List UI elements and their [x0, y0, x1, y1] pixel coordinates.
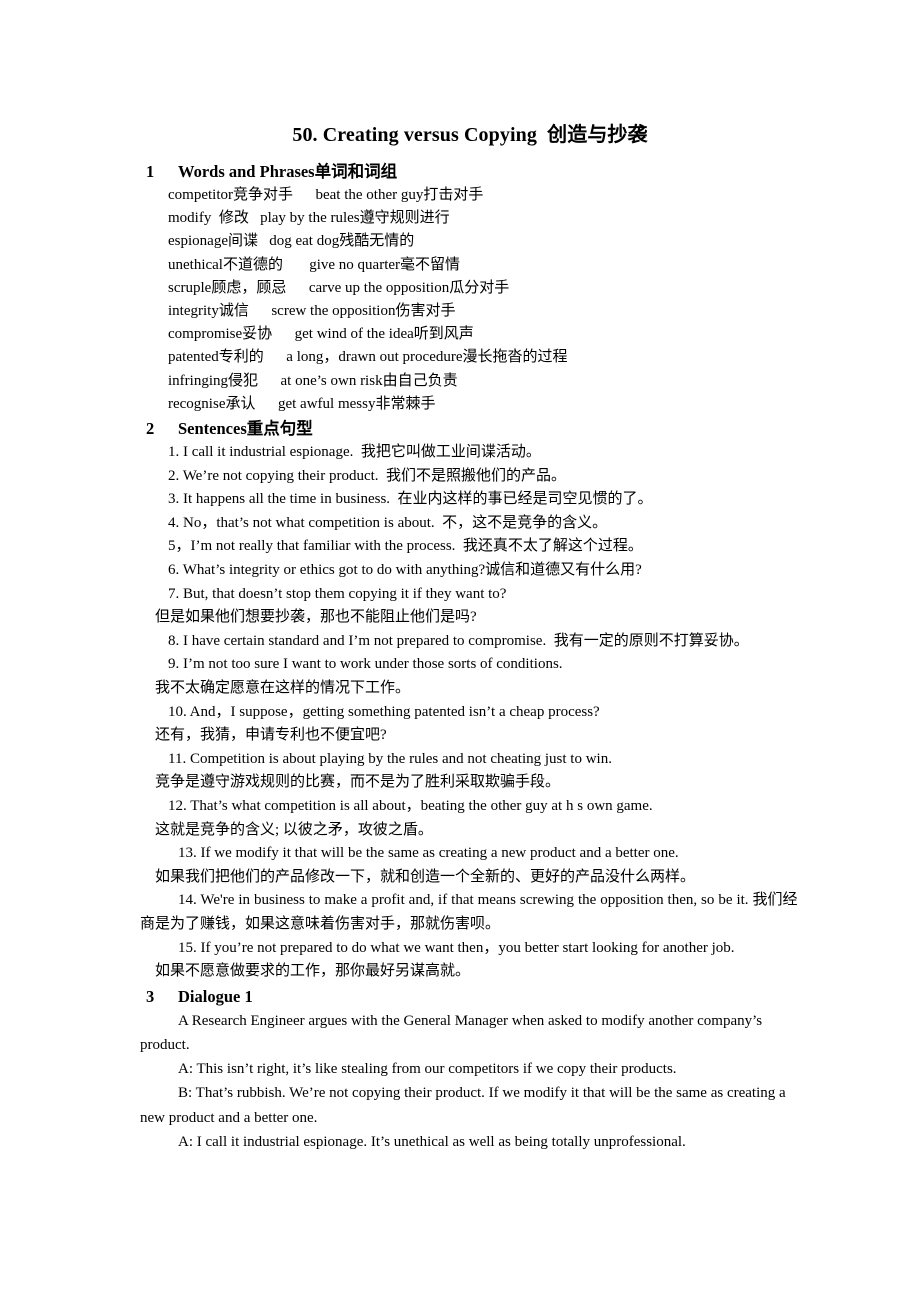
section-number: 1 [146, 162, 155, 181]
dialogue-list: A Research Engineer argues with the Gene… [140, 1009, 800, 1154]
section-title: Dialogue 1 [178, 986, 253, 1006]
sentence-item: 10. And，I suppose，getting something pate… [140, 701, 800, 748]
sentence-en: 8. I have certain standard and I’m not p… [168, 632, 749, 649]
section-heading-sentences: 2 Sentences重点句型 [140, 417, 800, 441]
sentence-en: 6. What’s integrity or ethics got to do … [168, 562, 642, 578]
sentence-cn: 这就是竞争的含义; 以彼之矛，攻彼之盾。 [155, 821, 433, 838]
sentence-item: 15. If you’re not prepared to do what we… [140, 937, 800, 984]
sentence-cn: 如果不愿意做要求的工作，那你最好另谋高就。 [155, 963, 471, 980]
sentence-item: 6. What’s integrity or ethics got to do … [140, 559, 800, 583]
body-flow: 1 Words and Phrases单词和词组 competitor竞争对手 b… [140, 160, 800, 1154]
sentence-list: 1. I call it industrial espionage. 我把它叫做… [140, 441, 800, 984]
sentence-en: 5，I’m not really that familiar with the … [168, 538, 643, 555]
sentence-en: 15. If you’re not prepared to do what we… [178, 939, 735, 956]
sentence-cn: 如果我们把他们的产品修改一下，就和创造一个全新的、更好的产品没什么两样。 [155, 868, 696, 885]
vocab-item: infringing侵犯 at one’s own risk由自己负责 [168, 372, 458, 389]
sentence-item: 11. Competition is about playing by the … [140, 748, 800, 795]
vocab-item: espionage间谍 dog eat dog残酷无情的 [168, 233, 415, 250]
vocabulary-list: competitor竞争对手 beat the other guy打击对手 mo… [140, 184, 800, 416]
sentence-en: 4. No，that’s not what competition is abo… [168, 514, 608, 531]
section-heading-dialogue: 3 Dialogue 1 [140, 985, 800, 1009]
sentence-cn: 我不太确定愿意在这样的情况下工作。 [155, 679, 411, 696]
section-heading-words: 1 Words and Phrases单词和词组 [140, 160, 800, 184]
section-title: Words and Phrases单词和词组 [178, 162, 398, 181]
sentence-en: 2. We’re not copying their product. 我们不是… [168, 467, 567, 484]
sentence-en: 11. Competition is about playing by the … [168, 750, 612, 767]
sentence-item: 3. It happens all the time in business. … [140, 488, 800, 512]
sentence-item: 8. I have certain standard and I’m not p… [140, 630, 800, 654]
sentence-item: 1. I call it industrial espionage. 我把它叫做… [140, 441, 800, 465]
dialogue-line-b1: B: That’s rubbish. We’re not copying the… [140, 1085, 786, 1126]
vocab-item: modify 修改 play by the rules遵守规则进行 [168, 210, 450, 227]
sentence-en: 9. I’m not too sure I want to work under… [168, 656, 563, 673]
sentence-item: 12. That’s what competition is all about… [140, 795, 800, 842]
sentence-item: 4. No，that’s not what competition is abo… [140, 512, 800, 536]
vocab-item: scruple顾虑，顾忌 carve up the opposition瓜分对手 [168, 279, 510, 296]
sentence-en: 14. We're in business to make a profit a… [140, 892, 798, 932]
vocab-item: competitor竞争对手 beat the other guy打击对手 [168, 187, 484, 203]
vocab-item: unethical不道德的 give no quarter毫不留情 [168, 256, 461, 273]
sentence-en: 10. And，I suppose，getting something pate… [168, 703, 600, 720]
dialogue-intro: A Research Engineer argues with the Gene… [140, 1012, 763, 1053]
sentence-item: 5，I’m not really that familiar with the … [140, 535, 800, 559]
sentence-item: 9. I’m not too sure I want to work under… [140, 653, 800, 700]
sentence-en: 13. If we modify it that will be the sam… [178, 845, 679, 862]
vocab-item: compromise妥协 get wind of the idea听到风声 [168, 326, 474, 343]
sentence-en: 7. But, that doesn’t stop them copying i… [168, 585, 507, 602]
page-title: 50. Creating versus Copying 创造与抄袭 [292, 124, 648, 146]
sentence-item: 7. But, that doesn’t stop them copying i… [140, 583, 800, 630]
sentence-en: 12. That’s what competition is all about… [168, 797, 653, 814]
sentence-item: 2. We’re not copying their product. 我们不是… [140, 465, 800, 489]
dialogue-line-a1: A: This isn’t right, it’s like stealing … [178, 1061, 677, 1078]
vocab-item: integrity诚信 screw the opposition伤害对手 [168, 303, 456, 320]
sentence-en: 1. I call it industrial espionage. 我把它叫做… [168, 444, 541, 461]
document-page: 50. Creating versus Copying 创造与抄袭 1 Words… [0, 0, 920, 1302]
sentence-cn: 但是如果他们想要抄袭，那也不能阻止他们是吗? [155, 609, 477, 626]
vocab-item: patented专利的 a long，drawn out procedure漫长… [168, 349, 568, 366]
section-title: Sentences重点句型 [178, 419, 313, 439]
section-number: 2 [146, 419, 155, 439]
section-number: 3 [146, 986, 155, 1006]
sentence-cn: 还有，我猜，申请专利也不便宜吧? [155, 727, 387, 744]
sentence-en: 3. It happens all the time in business. … [168, 491, 653, 508]
vocab-item: recognise承认 get awful messy非常棘手 [168, 395, 436, 412]
dialogue-line-a2: A: I call it industrial espionage. It’s … [178, 1133, 686, 1150]
sentence-cn: 竞争是遵守游戏规则的比赛，而不是为了胜利采取欺骗手段。 [155, 774, 561, 791]
sentence-item: 14. We're in business to make a profit a… [140, 889, 800, 936]
sentence-item: 13. If we modify it that will be the sam… [140, 842, 800, 889]
